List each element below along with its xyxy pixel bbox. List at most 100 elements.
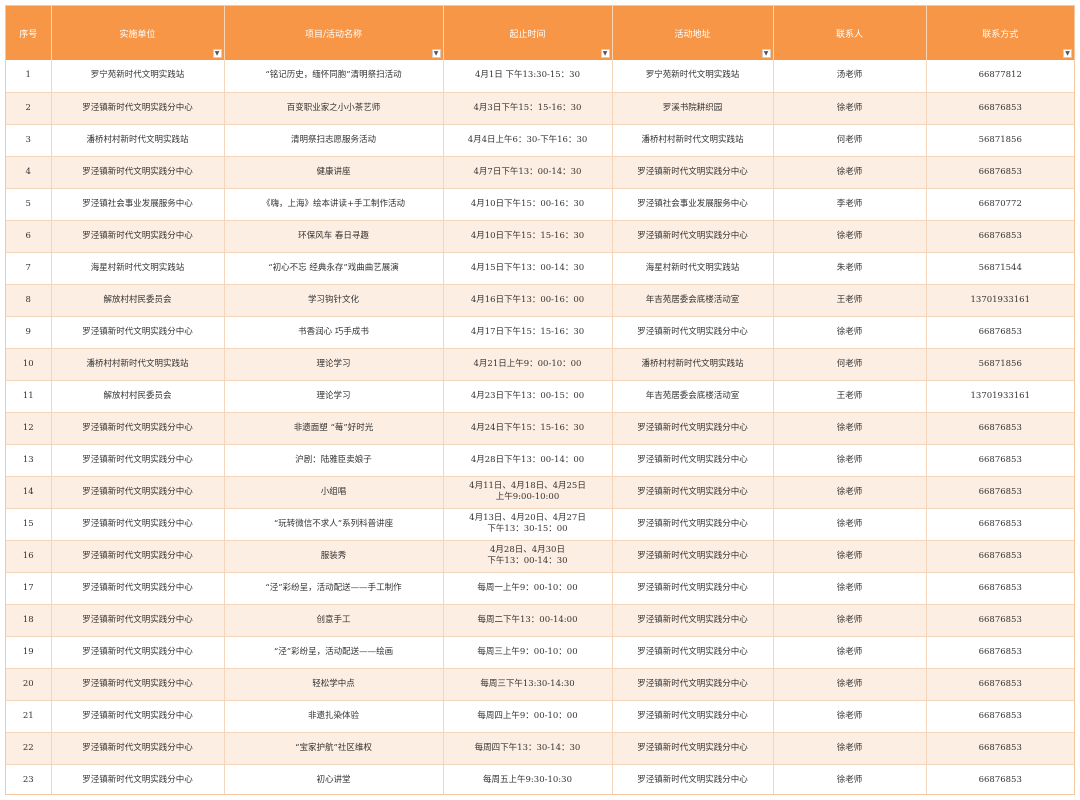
dropdown-arrow-icon[interactable]: ▼: [212, 49, 222, 58]
row-number-cell[interactable]: 22: [6, 732, 52, 765]
activity-name-cell[interactable]: 学习钩针文化: [224, 284, 444, 317]
time-cell[interactable]: 4月13日、4月20日、4月27日 下午13：30-15：00: [443, 508, 613, 541]
place-cell[interactable]: 罗溪书院耕织园: [612, 92, 774, 125]
activity-name-cell[interactable]: “泾”彩纷呈，活动配送——手工制作: [224, 572, 444, 605]
contact-cell[interactable]: 徐老师: [773, 220, 927, 253]
contact-cell[interactable]: 徐老师: [773, 476, 927, 509]
row-number-cell[interactable]: 2: [6, 92, 52, 125]
place-cell[interactable]: 罗泾镇新时代文明实践分中心: [612, 316, 774, 349]
place-cell[interactable]: 海星村新时代文明实践站: [612, 252, 774, 285]
row-number-cell[interactable]: 15: [6, 508, 52, 541]
place-cell[interactable]: 罗泾镇新时代文明实践分中心: [612, 572, 774, 605]
row-number-cell[interactable]: 12: [6, 412, 52, 445]
unit-cell[interactable]: 罗泾镇新时代文明实践分中心: [51, 476, 225, 509]
contact-cell[interactable]: 李老师: [773, 188, 927, 221]
time-cell[interactable]: 4月28日下午13：00-14：00: [443, 444, 613, 477]
activity-name-cell[interactable]: 创意手工: [224, 604, 444, 637]
time-cell[interactable]: 每周三下午13:30-14:30: [443, 668, 613, 701]
place-cell[interactable]: 罗泾镇新时代文明实践分中心: [612, 732, 774, 765]
activity-name-cell[interactable]: 非遗面塑 “莓”好时光: [224, 412, 444, 445]
place-cell[interactable]: 罗宁苑新时代文明实践站: [612, 60, 774, 93]
phone-cell[interactable]: 56871544: [926, 252, 1074, 285]
contact-cell[interactable]: 汤老师: [773, 60, 927, 93]
activity-name-cell[interactable]: 环保风车 春日寻趣: [224, 220, 444, 253]
activity-name-cell[interactable]: 沪剧：陆雅臣卖娘子: [224, 444, 444, 477]
phone-cell[interactable]: 66876853: [926, 220, 1074, 253]
phone-cell[interactable]: 66876853: [926, 604, 1074, 637]
time-cell[interactable]: 每周二下午13：00-14:00: [443, 604, 613, 637]
phone-cell[interactable]: 66876853: [926, 572, 1074, 605]
time-cell[interactable]: 每周三上午9：00-10：00: [443, 636, 613, 669]
activity-name-cell[interactable]: 理论学习: [224, 348, 444, 381]
activity-name-cell[interactable]: 服装秀: [224, 540, 444, 573]
time-cell[interactable]: 每周四下午13：30-14：30: [443, 732, 613, 765]
unit-cell[interactable]: 罗泾镇新时代文明实践分中心: [51, 636, 225, 669]
time-cell[interactable]: 4月7日下午13：00-14：30: [443, 156, 613, 189]
phone-cell[interactable]: 66870772: [926, 188, 1074, 221]
time-cell[interactable]: 4月10日下午15：15-16：30: [443, 220, 613, 253]
time-cell[interactable]: 4月17日下午15：15-16：30: [443, 316, 613, 349]
row-number-cell[interactable]: 8: [6, 284, 52, 317]
unit-cell[interactable]: 罗泾镇新时代文明实践分中心: [51, 508, 225, 541]
place-cell[interactable]: 年吉苑居委会底楼活动室: [612, 284, 774, 317]
place-cell[interactable]: 年吉苑居委会底楼活动室: [612, 380, 774, 413]
contact-cell[interactable]: 徐老师: [773, 92, 927, 125]
phone-cell[interactable]: 66876853: [926, 92, 1074, 125]
unit-cell[interactable]: 罗泾镇新时代文明实践分中心: [51, 700, 225, 733]
row-number-cell[interactable]: 9: [6, 316, 52, 349]
phone-cell[interactable]: 66876853: [926, 764, 1074, 794]
contact-cell[interactable]: 徐老师: [773, 316, 927, 349]
row-number-cell[interactable]: 23: [6, 764, 52, 794]
unit-cell[interactable]: 罗泾镇新时代文明实践分中心: [51, 540, 225, 573]
row-number-cell[interactable]: 14: [6, 476, 52, 509]
contact-cell[interactable]: 何老师: [773, 124, 927, 157]
row-number-cell[interactable]: 5: [6, 188, 52, 221]
time-cell[interactable]: 4月21日上午9：00-10：00: [443, 348, 613, 381]
activity-name-cell[interactable]: “玩转微信不求人”系列科普讲座: [224, 508, 444, 541]
row-number-cell[interactable]: 3: [6, 124, 52, 157]
place-cell[interactable]: 罗泾镇新时代文明实践分中心: [612, 604, 774, 637]
unit-cell[interactable]: 海星村新时代文明实践站: [51, 252, 225, 285]
activity-name-cell[interactable]: “铭记历史，缅怀同胞”清明祭扫活动: [224, 60, 444, 93]
place-cell[interactable]: 罗泾镇社会事业发展服务中心: [612, 188, 774, 221]
time-cell[interactable]: 4月16日下午13：00-16：00: [443, 284, 613, 317]
contact-cell[interactable]: 王老师: [773, 380, 927, 413]
phone-cell[interactable]: 66876853: [926, 668, 1074, 701]
phone-cell[interactable]: 56871856: [926, 124, 1074, 157]
dropdown-arrow-icon[interactable]: ▼: [600, 49, 610, 58]
time-cell[interactable]: 4月15日下午13：00-14：30: [443, 252, 613, 285]
phone-cell[interactable]: 66876853: [926, 444, 1074, 477]
time-cell[interactable]: 每周四上午9：00-10：00: [443, 700, 613, 733]
activity-name-cell[interactable]: 非遗扎染体验: [224, 700, 444, 733]
contact-cell[interactable]: 徐老师: [773, 444, 927, 477]
unit-cell[interactable]: 罗泾镇新时代文明实践分中心: [51, 92, 225, 125]
contact-cell[interactable]: 徐老师: [773, 764, 927, 794]
unit-cell[interactable]: 潘桥村村新时代文明实践站: [51, 348, 225, 381]
contact-cell[interactable]: 徐老师: [773, 604, 927, 637]
unit-cell[interactable]: 罗泾镇新时代文明实践分中心: [51, 412, 225, 445]
activity-name-cell[interactable]: 理论学习: [224, 380, 444, 413]
time-cell[interactable]: 4月28日、4月30日 下午13：00-14：30: [443, 540, 613, 573]
time-cell[interactable]: 4月1日 下午13:30-15：30: [443, 60, 613, 93]
phone-cell[interactable]: 66876853: [926, 156, 1074, 189]
row-number-cell[interactable]: 11: [6, 380, 52, 413]
place-cell[interactable]: 潘桥村村新时代文明实践站: [612, 348, 774, 381]
phone-cell[interactable]: 66876853: [926, 636, 1074, 669]
dropdown-arrow-icon[interactable]: ▼: [431, 49, 441, 58]
activity-name-cell[interactable]: “宝家护航”社区维权: [224, 732, 444, 765]
place-cell[interactable]: 罗泾镇新时代文明实践分中心: [612, 412, 774, 445]
time-cell[interactable]: 每周一上午9：00-10：00: [443, 572, 613, 605]
row-number-cell[interactable]: 13: [6, 444, 52, 477]
row-number-cell[interactable]: 10: [6, 348, 52, 381]
unit-cell[interactable]: 罗泾镇新时代文明实践分中心: [51, 732, 225, 765]
contact-cell[interactable]: 徐老师: [773, 508, 927, 541]
place-cell[interactable]: 罗泾镇新时代文明实践分中心: [612, 700, 774, 733]
activity-name-cell[interactable]: “初心不忘 经典永存”戏曲曲艺展演: [224, 252, 444, 285]
contact-cell[interactable]: 徐老师: [773, 572, 927, 605]
place-cell[interactable]: 潘桥村村新时代文明实践站: [612, 124, 774, 157]
row-number-cell[interactable]: 21: [6, 700, 52, 733]
unit-cell[interactable]: 潘桥村村新时代文明实践站: [51, 124, 225, 157]
place-cell[interactable]: 罗泾镇新时代文明实践分中心: [612, 508, 774, 541]
time-cell[interactable]: 每周五上午9:30-10:30: [443, 764, 613, 794]
activity-name-cell[interactable]: “泾”彩纷呈，活动配送——绘画: [224, 636, 444, 669]
